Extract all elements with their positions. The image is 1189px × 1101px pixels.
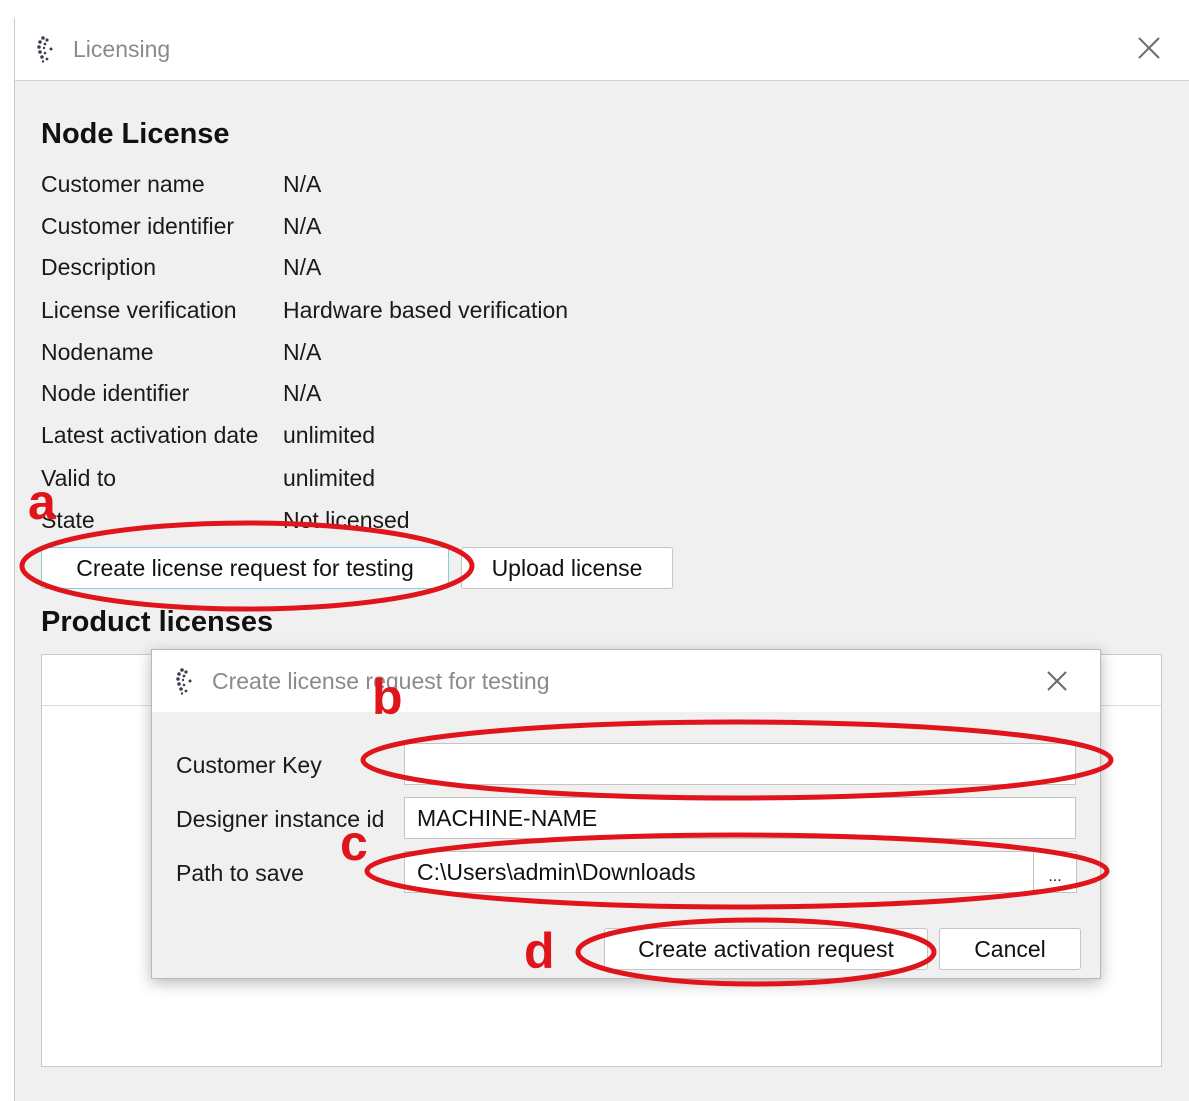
info-value: N/A <box>283 213 322 239</box>
node-license-heading: Node License <box>41 118 230 150</box>
create-license-request-button[interactable]: Create license request for testing <box>41 547 449 589</box>
info-value: Hardware based verification <box>283 297 569 323</box>
info-value: N/A <box>283 380 322 406</box>
info-value: N/A <box>283 339 322 365</box>
app-logo-icon <box>172 667 196 695</box>
designer-instance-input[interactable] <box>404 797 1076 839</box>
close-icon[interactable] <box>1133 32 1165 64</box>
customer-key-label: Customer Key <box>176 752 322 778</box>
annotation-label-a: a <box>28 474 56 530</box>
create-license-request-dialog: Create license request for testing Custo… <box>151 649 1101 979</box>
dialog-titlebar: Create license request for testing <box>152 650 1100 712</box>
info-value: N/A <box>283 254 322 280</box>
path-to-save-input[interactable] <box>404 851 1034 893</box>
info-label: Customer name <box>41 171 205 197</box>
info-value: Not licensed <box>283 507 410 533</box>
product-licenses-heading: Product licenses <box>41 606 274 638</box>
window-title: Licensing <box>73 35 171 62</box>
info-label: Customer identifier <box>41 213 235 239</box>
info-value: unlimited <box>283 422 376 448</box>
screen-background <box>0 0 1189 18</box>
info-label: Node identifier <box>41 380 190 406</box>
path-to-save-label: Path to save <box>176 860 304 886</box>
annotation-label-c: c <box>340 815 368 871</box>
info-value: N/A <box>283 171 322 197</box>
info-label: Latest activation date <box>41 422 259 448</box>
licensing-titlebar: Licensing <box>15 18 1189 81</box>
info-value: unlimited <box>283 465 376 491</box>
cancel-button[interactable]: Cancel <box>939 928 1081 970</box>
annotation-label-d: d <box>524 923 555 979</box>
annotation-label-b: b <box>372 669 403 725</box>
upload-license-button[interactable]: Upload license <box>461 547 673 589</box>
close-icon[interactable] <box>1042 666 1072 696</box>
customer-key-input[interactable] <box>404 743 1076 785</box>
browse-button[interactable]: ... <box>1033 851 1077 893</box>
info-label: License verification <box>41 297 237 323</box>
info-label: Description <box>41 254 157 280</box>
info-label: Nodename <box>41 339 154 365</box>
create-activation-request-button[interactable]: Create activation request <box>604 928 928 970</box>
app-logo-icon <box>33 35 57 63</box>
